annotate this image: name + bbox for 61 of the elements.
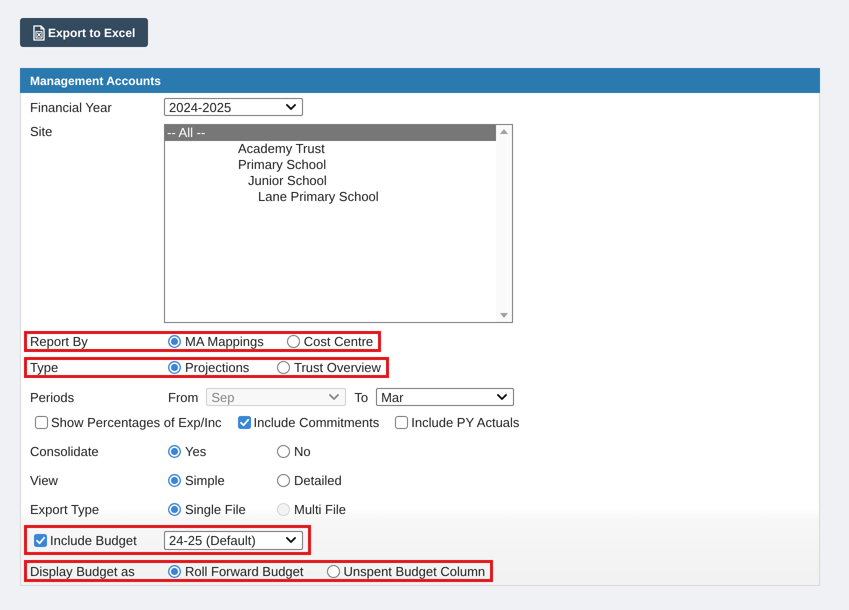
- option-label: Simple: [185, 473, 225, 488]
- option-label: Cost Centre: [304, 334, 374, 349]
- option-label: Detailed: [294, 473, 342, 488]
- chevron-down-icon: [286, 537, 296, 543]
- field-label: Periods: [30, 390, 76, 404]
- checkbox[interactable]: [35, 416, 48, 429]
- radio-button[interactable]: [277, 361, 290, 374]
- to-label: To: [354, 390, 368, 404]
- list-item[interactable]: Lane Primary School: [165, 189, 496, 205]
- checkbox-label: Include PY Actuals: [411, 415, 520, 430]
- option-label: Yes: [185, 444, 206, 459]
- list-item[interactable]: Academy Trust: [165, 141, 496, 157]
- panel-header: Management Accounts: [20, 68, 820, 93]
- checkbox[interactable]: [34, 534, 47, 546]
- field-label: Consolidate: [30, 444, 100, 459]
- checkbox[interactable]: [238, 416, 251, 429]
- field-label: Financial Year: [30, 100, 113, 114]
- field-label: Type: [30, 360, 60, 375]
- option-label: Roll Forward Budget: [185, 564, 304, 578]
- scrollbar[interactable]: [496, 125, 512, 322]
- from-label: From: [167, 390, 198, 404]
- chevron-down-icon: [497, 394, 508, 400]
- chevron-down-icon: [286, 104, 296, 110]
- checkbox-label: Include Budget: [50, 532, 137, 548]
- dropdown[interactable]: 24-25 (Default): [164, 530, 303, 550]
- site-listbox[interactable]: -- All -- Academy Trust Primary School Junior School Lane Primary School: [164, 124, 513, 323]
- radio-button[interactable]: [168, 564, 181, 578]
- dropdown[interactable]: Mar: [376, 388, 514, 406]
- list-item[interactable]: Junior School: [165, 173, 496, 189]
- radio-button[interactable]: [168, 474, 181, 487]
- option-label: Single File: [185, 502, 246, 517]
- option-label: MA Mappings: [185, 334, 264, 349]
- dropdown[interactable]: 2024-2025: [164, 98, 303, 116]
- radio-button[interactable]: [277, 474, 290, 487]
- field-label: Report By: [30, 334, 89, 349]
- document-icon: [33, 24, 45, 40]
- checkbox-label: Show Percentages of Exp/Inc: [51, 415, 222, 430]
- radio-button[interactable]: [326, 564, 340, 578]
- radio-button[interactable]: [286, 335, 300, 348]
- radio-button[interactable]: [168, 361, 181, 374]
- option-label: Multi File: [294, 502, 346, 517]
- field-label: Site: [30, 124, 54, 140]
- chevron-down-icon: [329, 394, 340, 400]
- radio-button[interactable]: [168, 503, 181, 516]
- export-button[interactable]: Export to Excel: [20, 18, 148, 47]
- option-label: Unspent Budget Column: [344, 564, 486, 578]
- field-label: Display Budget as: [30, 564, 136, 578]
- field-label: Export Type: [30, 502, 100, 517]
- checkbox[interactable]: [395, 416, 408, 429]
- option-label: Trust Overview: [294, 360, 381, 375]
- radio-button[interactable]: [277, 445, 290, 458]
- scroll-down-icon[interactable]: [500, 313, 508, 318]
- checkbox-label: Include Commitments: [254, 415, 380, 430]
- option-label: No: [294, 444, 311, 459]
- field-label: View: [30, 473, 59, 488]
- scroll-up-icon[interactable]: [500, 129, 508, 134]
- list-item[interactable]: Primary School: [165, 157, 496, 173]
- radio-button[interactable]: [168, 335, 181, 348]
- list-item[interactable]: -- All --: [165, 125, 496, 141]
- option-label: Projections: [185, 360, 250, 375]
- radio-button[interactable]: [168, 445, 181, 458]
